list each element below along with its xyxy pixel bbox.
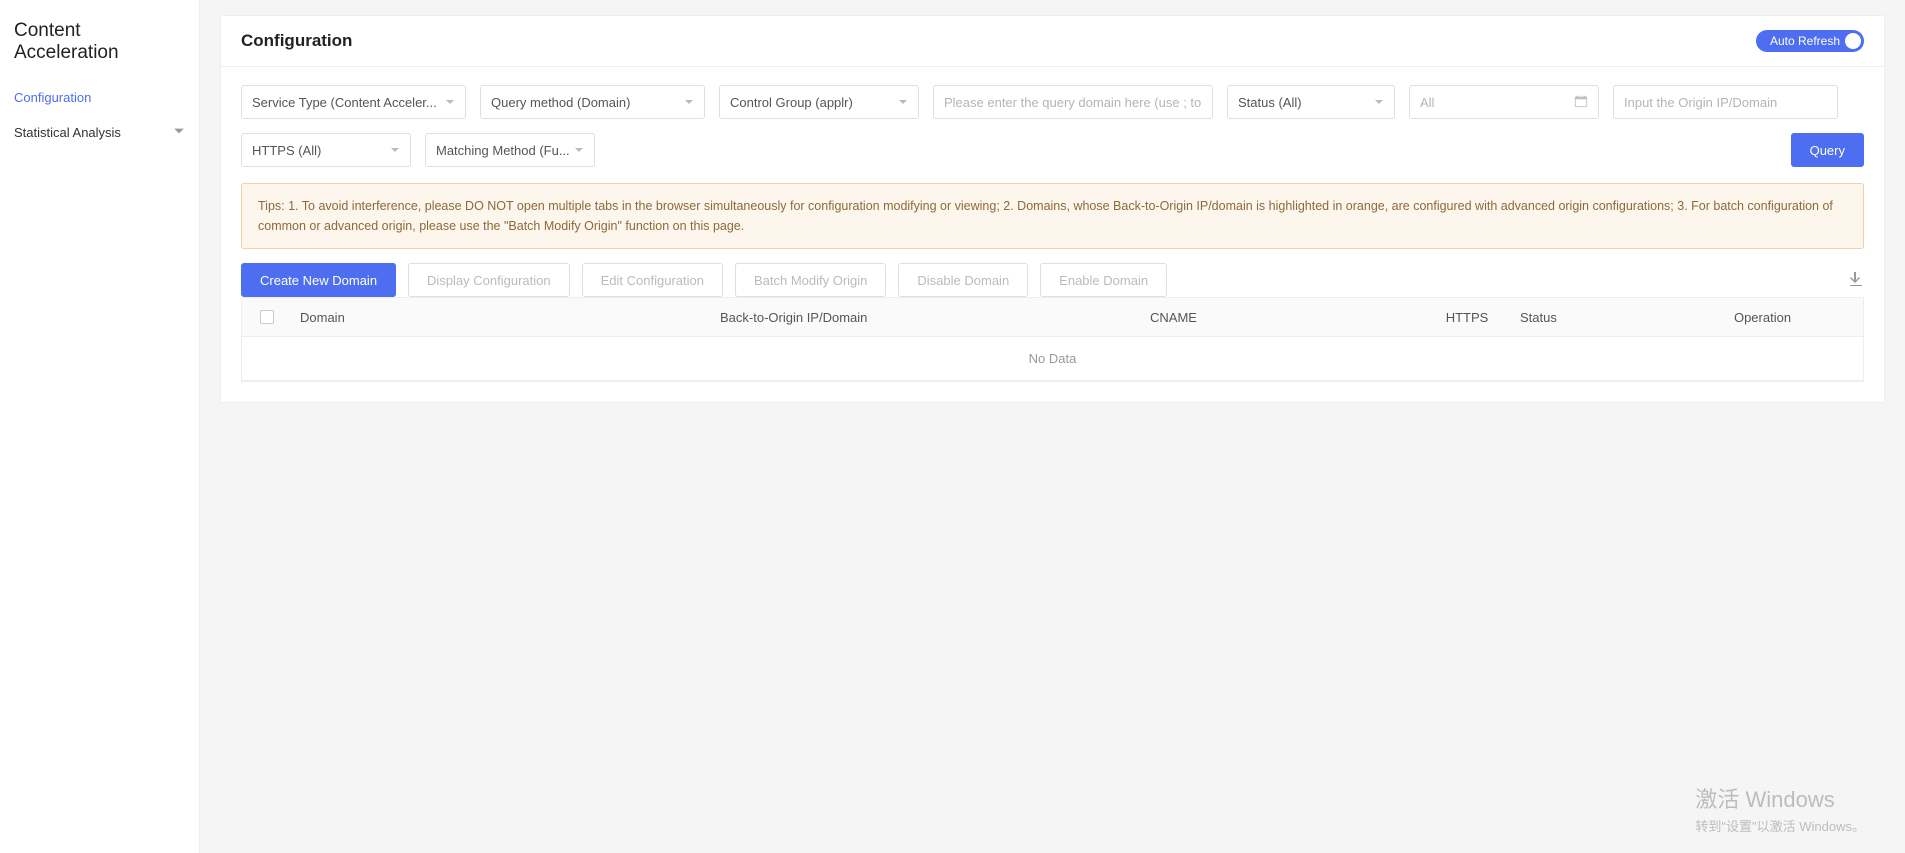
chevron-down-icon [390,143,400,158]
chevron-down-icon [684,95,694,110]
query-method-select[interactable]: Query method (Domain) [480,85,705,119]
chevron-down-icon [898,95,908,110]
batch-modify-origin-button[interactable]: Batch Modify Origin [735,263,886,297]
select-all-checkbox[interactable] [260,310,274,324]
column-operation: Operation [1662,310,1863,325]
column-cname: CNAME [1142,310,1422,325]
select-value: HTTPS (All) [252,143,321,158]
service-type-select[interactable]: Service Type (Content Acceler... [241,85,466,119]
date-picker[interactable]: All [1409,85,1599,119]
select-value: Status (All) [1238,95,1302,110]
chevron-down-icon [574,143,584,158]
query-domain-input[interactable] [933,85,1213,119]
configuration-panel: Configuration Auto Refresh Service Type … [220,15,1885,403]
chevron-down-icon [445,95,455,110]
select-value: Query method (Domain) [491,95,630,110]
sidebar-title: Content Acceleration [0,12,199,80]
edit-configuration-button[interactable]: Edit Configuration [582,263,723,297]
main: Configuration Auto Refresh Service Type … [200,0,1905,853]
chevron-down-icon [1374,95,1384,110]
sidebar-item-statistical-analysis[interactable]: Statistical Analysis [0,115,199,150]
display-configuration-button[interactable]: Display Configuration [408,263,570,297]
query-button[interactable]: Query [1791,133,1864,167]
sidebar-item-label: Configuration [14,90,91,105]
column-domain: Domain [292,310,712,325]
select-value: Service Type (Content Acceler... [252,95,437,110]
filter-row-2: HTTPS (All) Matching Method (Fu... Query [241,133,1864,167]
tips-banner: Tips: 1. To avoid interference, please D… [241,183,1864,249]
sidebar-item-configuration[interactable]: Configuration [0,80,199,115]
no-data-row: No Data [242,337,1863,381]
select-value: Control Group (applr) [730,95,853,110]
query-domain-field[interactable] [944,86,1202,118]
matching-method-select[interactable]: Matching Method (Fu... [425,133,595,167]
filter-row-1: Service Type (Content Acceler... Query m… [241,85,1864,119]
column-origin: Back-to-Origin IP/Domain [712,310,1142,325]
date-value: All [1420,95,1434,110]
toggle-knob [1845,33,1861,49]
disable-domain-button[interactable]: Disable Domain [898,263,1028,297]
status-select[interactable]: Status (All) [1227,85,1395,119]
action-row: Create New Domain Display Configuration … [241,263,1864,297]
table-header: Domain Back-to-Origin IP/Domain CNAME HT… [242,297,1863,337]
page-title: Configuration [241,31,352,51]
auto-refresh-label: Auto Refresh [1770,34,1840,48]
panel-header: Configuration Auto Refresh [221,16,1884,67]
sidebar: Content Acceleration Configuration Stati… [0,0,200,853]
download-icon[interactable] [1848,271,1864,290]
select-value: Matching Method (Fu... [436,143,570,158]
domain-table: Domain Back-to-Origin IP/Domain CNAME HT… [241,297,1864,382]
create-new-domain-button[interactable]: Create New Domain [241,263,396,297]
sidebar-item-label: Statistical Analysis [14,125,121,140]
calendar-icon [1574,94,1588,111]
auto-refresh-toggle[interactable]: Auto Refresh [1756,30,1864,52]
column-status: Status [1512,310,1662,325]
https-select[interactable]: HTTPS (All) [241,133,411,167]
origin-ip-field[interactable] [1624,86,1827,118]
control-group-select[interactable]: Control Group (applr) [719,85,919,119]
enable-domain-button[interactable]: Enable Domain [1040,263,1167,297]
column-https: HTTPS [1422,310,1512,325]
origin-ip-input[interactable] [1613,85,1838,119]
chevron-down-icon [173,125,185,140]
header-checkbox-cell [242,310,292,324]
